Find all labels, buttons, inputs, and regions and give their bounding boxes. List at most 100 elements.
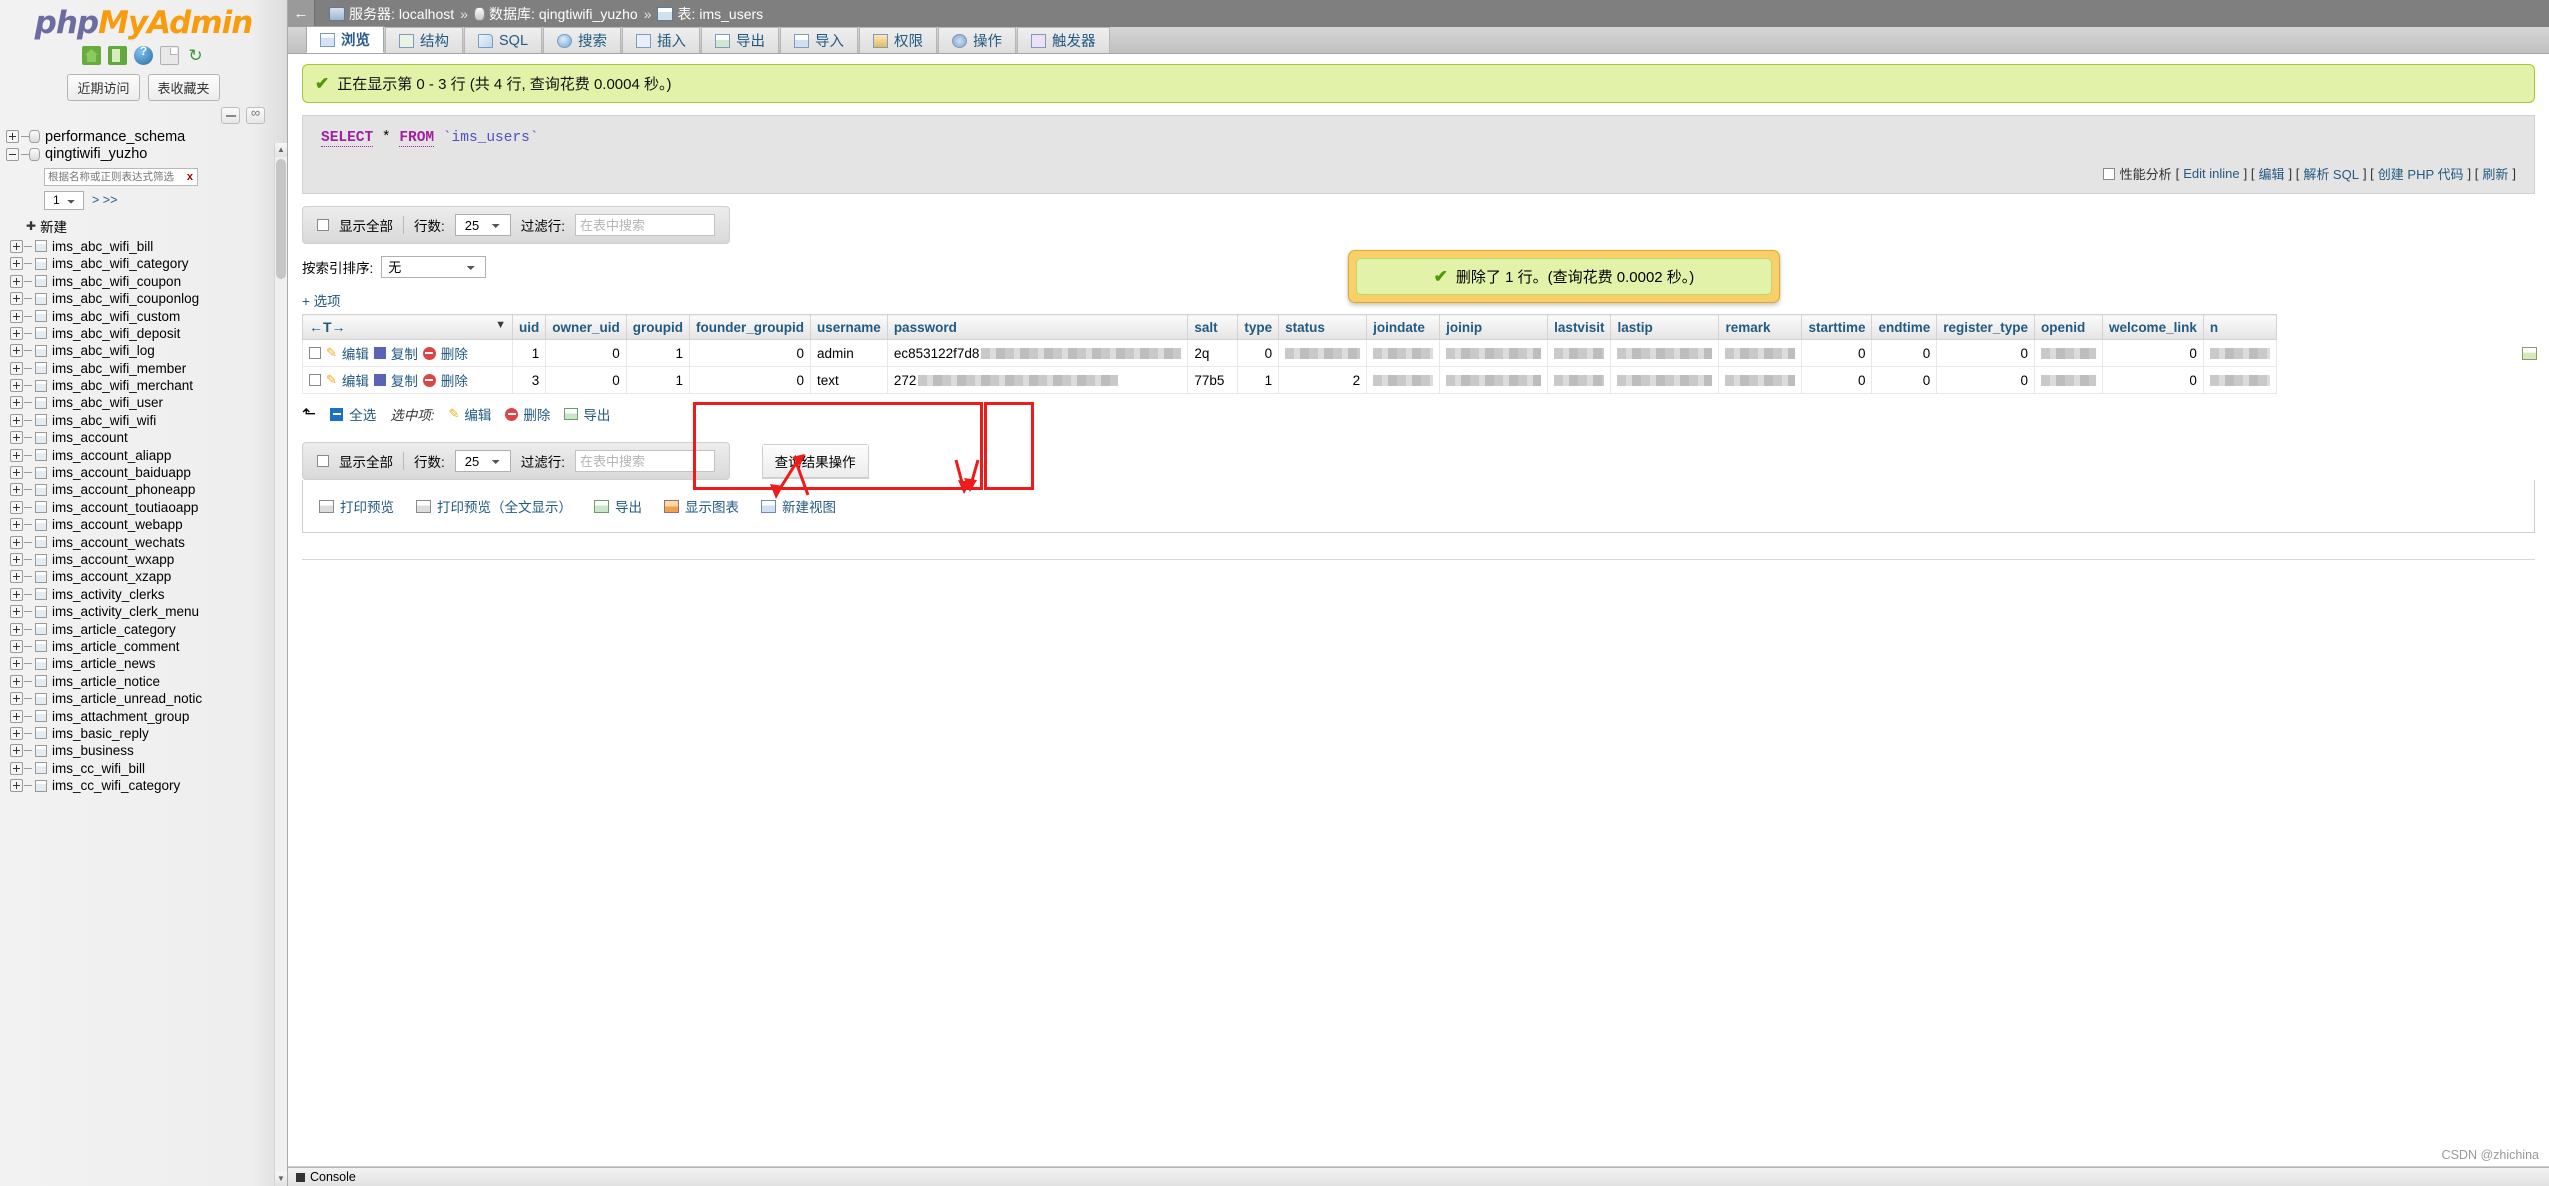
bulk-delete-button[interactable]: 删除 (505, 404, 550, 424)
expand-icon[interactable] (10, 709, 23, 723)
cell-salt[interactable]: 2q (1187, 339, 1239, 367)
cell-salt[interactable]: 77b5 (1187, 366, 1239, 394)
sidebar-table-item[interactable]: ims_account_webapp (0, 516, 287, 533)
cell-welcome_link[interactable]: 0 (2102, 366, 2204, 394)
show-all-checkbox-top[interactable] (317, 219, 329, 231)
column-header-groupid[interactable]: groupid (625, 314, 691, 340)
expand-icon[interactable] (10, 639, 23, 653)
cell-password[interactable]: 272 (886, 366, 1189, 394)
cell-joinip[interactable] (1439, 366, 1549, 394)
expand-icon[interactable] (10, 622, 23, 636)
expand-icon[interactable] (10, 674, 23, 688)
cell-username[interactable]: text (810, 366, 888, 394)
sidebar-table-item[interactable]: ims_abc_wifi_user (0, 394, 287, 411)
row-checkbox[interactable] (309, 347, 321, 359)
help-icon[interactable] (134, 44, 153, 65)
filter-rows-input-bottom[interactable] (575, 450, 716, 472)
toggle-link-button[interactable] (246, 105, 265, 124)
cell-lastip[interactable] (1610, 366, 1720, 394)
cell-username[interactable]: admin (810, 339, 888, 367)
cell-lastip[interactable] (1610, 339, 1720, 367)
cell-joindate[interactable] (1366, 366, 1441, 394)
expand-icon[interactable] (10, 761, 23, 775)
scroll-down-icon[interactable]: ▼ (275, 1172, 287, 1186)
column-header-uid[interactable]: uid (511, 314, 547, 340)
show-all-checkbox-bottom[interactable] (317, 455, 329, 467)
cell-groupid[interactable]: 1 (625, 366, 691, 394)
home-icon[interactable] (82, 46, 101, 65)
query-result-action-print[interactable]: 打印预览 (319, 496, 394, 516)
cell-starttime[interactable]: 0 (1801, 339, 1873, 367)
expand-icon[interactable] (10, 309, 23, 323)
collapse-tree-button[interactable] (221, 107, 240, 124)
cell-password[interactable]: ec853122f7d8 (886, 339, 1189, 367)
expand-icon[interactable] (10, 518, 23, 532)
docs-icon[interactable] (160, 46, 179, 65)
cell-n[interactable] (2202, 366, 2277, 394)
sidebar-table-item[interactable]: ims_account_phoneapp (0, 481, 287, 498)
sidebar-table-item[interactable]: ims_attachment_group (0, 707, 287, 724)
console-bar[interactable]: Console (288, 1167, 2549, 1186)
sidebar-table-item[interactable]: ims_abc_wifi_log (0, 342, 287, 359)
sql-query-text[interactable]: SELECT * FROM `ims_users` (321, 130, 2516, 147)
sidebar-table-item[interactable]: ims_cc_wifi_bill (0, 760, 287, 777)
column-header-lastvisit[interactable]: lastvisit (1547, 314, 1612, 340)
cell-openid[interactable] (2034, 366, 2104, 394)
column-header-owner_uid[interactable]: owner_uid (545, 314, 627, 340)
breadcrumb-server-value[interactable]: localhost (399, 6, 454, 22)
sidebar-table-item[interactable]: ims_abc_wifi_coupon (0, 273, 287, 290)
expand-icon[interactable] (10, 257, 23, 271)
cell-groupid[interactable]: 1 (625, 339, 691, 367)
cell-remark[interactable] (1718, 339, 1803, 367)
column-header-endtime[interactable]: endtime (1871, 314, 1938, 340)
column-header-status[interactable]: status (1278, 314, 1368, 340)
sidebar-table-item[interactable]: ims_account_wechats (0, 533, 287, 550)
cell-owner_uid[interactable]: 0 (545, 339, 627, 367)
scroll-up-icon[interactable]: ▲ (275, 143, 287, 157)
sidebar-table-item[interactable]: ims_abc_wifi_wifi (0, 412, 287, 429)
table-filter-box[interactable]: x (44, 167, 198, 186)
sidebar-table-item[interactable]: ims_abc_wifi_couponlog (0, 290, 287, 307)
reload-icon[interactable]: ↻ (186, 46, 205, 65)
sidebar-table-item[interactable]: ims_abc_wifi_member (0, 360, 287, 377)
scrollbar-thumb[interactable] (276, 159, 286, 279)
cell-type[interactable]: 0 (1237, 339, 1280, 367)
rows-per-page-select-bottom[interactable]: 25 (454, 450, 511, 472)
query-result-action-print-full[interactable]: 打印预览（全文显示） (416, 496, 572, 516)
row-edit-link[interactable]: 编辑 (342, 343, 369, 363)
cell-endtime[interactable]: 0 (1871, 339, 1938, 367)
sidebar-table-item[interactable]: ims_account_baiduapp (0, 464, 287, 481)
sidebar-table-item[interactable]: ims_abc_wifi_custom (0, 307, 287, 324)
sql-link-refresh[interactable]: 刷新 (2482, 164, 2508, 183)
expand-icon[interactable] (10, 483, 23, 497)
filter-rows-input-top[interactable] (575, 214, 716, 236)
cell-joinip[interactable] (1439, 339, 1549, 367)
cell-n[interactable] (2202, 339, 2277, 367)
sidebar-table-item[interactable]: ims_article_category (0, 620, 287, 637)
back-button[interactable]: ← (288, 0, 315, 27)
cell-status[interactable] (1278, 339, 1368, 367)
expand-icon[interactable] (10, 239, 23, 253)
column-header-joinip[interactable]: joinip (1439, 314, 1549, 340)
db-item-qingtiwifi-yuzho[interactable]: qingtiwifi_yuzho (0, 145, 287, 162)
sidebar-table-item[interactable]: ims_cc_wifi_category (0, 777, 287, 794)
tab-search[interactable]: 搜索 (543, 27, 622, 53)
db-item-performance-schema[interactable]: performance_schema (0, 128, 287, 145)
column-header-type[interactable]: type (1237, 314, 1280, 340)
cell-status[interactable]: 2 (1278, 366, 1368, 394)
column-header-password[interactable]: password (886, 314, 1189, 340)
recent-tables-chip[interactable]: 近期访问 (67, 74, 140, 101)
row-copy-link[interactable]: 复制 (391, 370, 418, 390)
cell-register_type[interactable]: 0 (1936, 366, 2036, 394)
cell-welcome_link[interactable]: 0 (2102, 339, 2204, 367)
clear-filter-icon[interactable]: x (187, 171, 193, 183)
sidebar-table-item[interactable]: ims_abc_wifi_bill (0, 238, 287, 255)
cell-lastvisit[interactable] (1547, 366, 1612, 394)
sidebar-table-item[interactable]: ims_abc_wifi_deposit (0, 325, 287, 342)
sidebar-table-item[interactable]: ims_basic_reply (0, 725, 287, 742)
expand-icon[interactable] (10, 431, 23, 445)
tab-import[interactable]: 导入 (780, 27, 859, 53)
expand-icon[interactable] (10, 553, 23, 566)
expand-icon[interactable] (10, 500, 23, 514)
cell-founder_groupid[interactable]: 0 (689, 339, 812, 367)
